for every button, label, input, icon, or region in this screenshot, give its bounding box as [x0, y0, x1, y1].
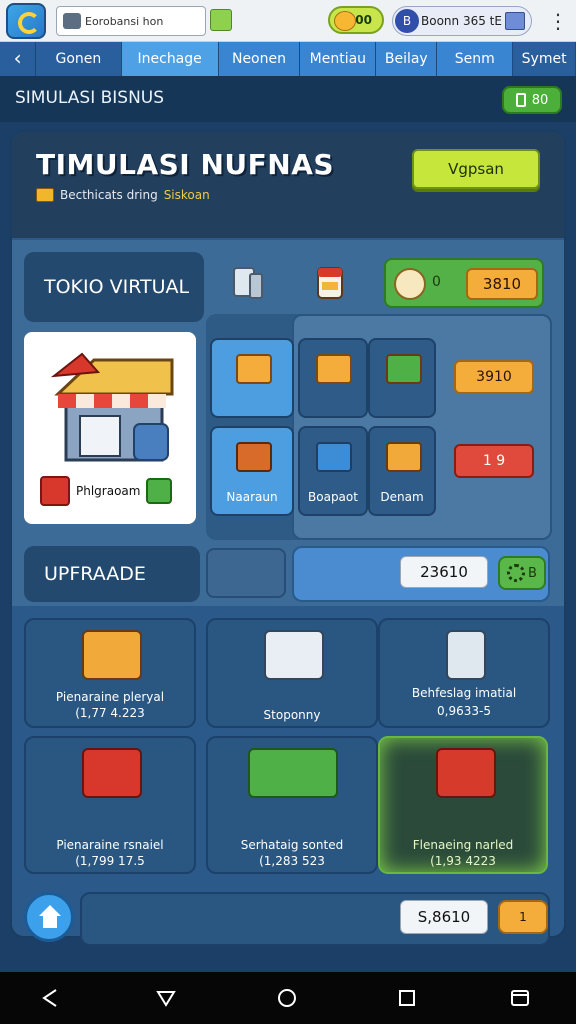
back-icon[interactable]	[40, 988, 60, 1008]
inventory-slot[interactable]	[210, 338, 294, 418]
url-field[interactable]: Eorobansi hon	[56, 6, 206, 36]
hero-action-button[interactable]: Vgpsan	[412, 149, 540, 189]
can-icon[interactable]	[312, 262, 348, 302]
price-arrow: 0	[432, 274, 441, 290]
cart-icon	[236, 354, 272, 384]
item-name: Behfeslag imatial	[411, 686, 517, 700]
phone-icon	[446, 630, 486, 680]
tab-mentiau[interactable]: Mentiau	[300, 42, 377, 76]
url-text: Eorobansi hon	[85, 14, 164, 28]
store-card-caption: Phlgraoam	[40, 476, 190, 506]
upgrade-value: 23610	[400, 556, 488, 588]
item-card[interactable]: Stoponny	[206, 618, 378, 728]
window-icon[interactable]	[510, 988, 530, 1008]
tablet-icon	[436, 748, 496, 798]
basket-icon	[386, 354, 422, 384]
badge-icon	[515, 93, 526, 107]
item-qty: (1,283 523	[259, 854, 325, 868]
down-triangle-icon[interactable]	[156, 988, 176, 1008]
app-logo-icon[interactable]	[6, 3, 46, 39]
gear-icon	[507, 564, 526, 582]
item-name: Serhataig sonted	[240, 838, 344, 852]
item-name: Stoponny	[263, 708, 321, 722]
extension-icon[interactable]	[210, 9, 232, 31]
box-icon	[82, 630, 142, 680]
store-card[interactable]: Phlgraoam	[24, 332, 196, 524]
bottom-value: S,8610	[400, 900, 488, 934]
store-price: 3810	[466, 268, 538, 300]
item-card[interactable]: Behfeslag imatial 0,9633-5	[378, 618, 550, 728]
tab-beilay[interactable]: Beilay	[376, 42, 438, 76]
item-name: Pienaraine rsnaiel	[56, 838, 164, 852]
tab-senm[interactable]: Senm	[437, 42, 514, 76]
page-header: SIMULASI BISNUS	[0, 76, 576, 122]
inventory-price-button[interactable]: 3910	[454, 360, 534, 394]
inventory-slot-label: Boapaot	[308, 490, 358, 504]
chest-icon	[236, 442, 272, 472]
tab-neonen[interactable]: Neonen	[218, 42, 301, 76]
inventory-slot-label: Naaraun	[226, 490, 278, 504]
clock-icon	[394, 268, 426, 300]
tab-bar: ‹ Gonen Inechage Neonen Mentiau Beilay S…	[0, 42, 576, 76]
account-pill[interactable]: B Boonn 365 tE	[392, 6, 532, 36]
cart-icon	[82, 748, 142, 798]
inventory-slot[interactable]	[298, 338, 368, 418]
tools-icon	[248, 748, 338, 798]
home-circle-icon[interactable]	[277, 988, 297, 1008]
tab-gonen[interactable]: Gonen	[36, 42, 122, 76]
bottom-chip[interactable]: 1	[498, 900, 548, 934]
item-qty: (1,799 17.5	[75, 854, 145, 868]
kebab-menu-icon[interactable]: ⋮	[548, 8, 568, 34]
upgrade-button[interactable]: B	[498, 556, 546, 590]
display-icon	[264, 630, 324, 680]
item-name: Pienaraine pleryal	[55, 690, 165, 704]
site-icon	[63, 13, 81, 29]
avatar: B	[395, 9, 419, 33]
hero-subtitle-accent: Siskoan	[163, 188, 210, 202]
tab-inechage[interactable]: Inechage	[121, 42, 219, 76]
inventory-slot[interactable]: Denam	[368, 426, 436, 516]
store-badge	[146, 478, 173, 504]
inventory-gift-button[interactable]: 1 9	[454, 444, 534, 478]
home-icon[interactable]	[24, 892, 74, 942]
page-badge[interactable]: 80	[502, 86, 562, 114]
account-text: Boonn 365 tE	[421, 14, 502, 28]
recents-icon[interactable]	[397, 988, 417, 1008]
crate-icon	[386, 442, 422, 472]
item-name: Flenaeing narled	[412, 838, 514, 852]
jar-icon[interactable]	[230, 262, 266, 302]
store-price-strip[interactable]: 0 3810	[384, 258, 544, 308]
hero-title: TIMULASI NUFNAS	[36, 148, 335, 181]
browser-toolbar: Eorobansi hon 00 B Boonn 365 tE ⋮	[0, 0, 576, 42]
hero-subtitle-lead: Becthicats dring	[60, 188, 158, 202]
item-card[interactable]: Flenaeing narled (1,93 4223	[378, 736, 548, 874]
upgrade-slot[interactable]	[206, 548, 286, 598]
box-icon	[316, 354, 352, 384]
item-card[interactable]: Pienaraine pleryal (1,77 4.223	[24, 618, 196, 728]
item-card[interactable]: Pienaraine rsnaiel (1,799 17.5	[24, 736, 196, 874]
badge-value: 80	[531, 92, 549, 108]
hero-subtitle: Becthicats dring Siskoan	[36, 188, 210, 202]
back-arrow-icon[interactable]: ‹	[0, 42, 37, 76]
coins-value: 00	[355, 13, 372, 27]
bin-icon	[316, 442, 352, 472]
item-qty: (1,77 4.223	[75, 706, 145, 720]
folder-icon	[36, 188, 54, 202]
item-qty: 0,9633-5	[437, 704, 491, 718]
inventory-slot-label: Denam	[380, 490, 424, 504]
store-card-caption-text: Phlgraoam	[76, 484, 141, 498]
profile-image-icon	[505, 12, 525, 30]
page-title: SIMULASI BISNUS	[15, 88, 165, 108]
store-icon	[50, 352, 174, 462]
store-label: TOKIO VIRTUAL	[24, 252, 204, 322]
tab-symet[interactable]: Symet	[513, 42, 576, 76]
inventory-slot[interactable]: Naaraun	[210, 426, 294, 516]
coins-pill[interactable]: 00	[328, 6, 384, 34]
gift-icon	[40, 476, 70, 506]
upgrade-label: UPFRAADE	[24, 546, 200, 602]
item-qty: (1,93 4223	[430, 854, 496, 868]
item-card[interactable]: Serhataig sonted (1,283 523	[206, 736, 378, 874]
inventory-slot[interactable]	[368, 338, 436, 418]
inventory-slot[interactable]: Boapaot	[298, 426, 368, 516]
